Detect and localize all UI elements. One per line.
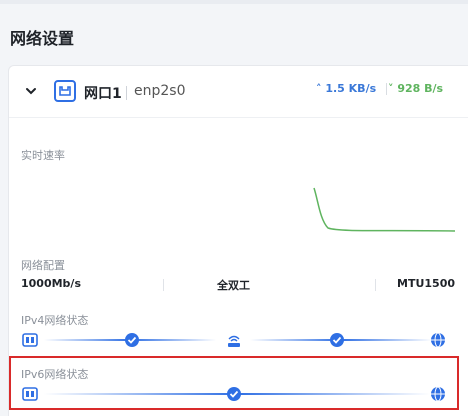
device-icon xyxy=(22,333,38,347)
page-title: 网络设置 xyxy=(10,29,75,48)
ipv6-highlight-box xyxy=(9,356,459,410)
upload-arrow-icon: ˄ xyxy=(316,82,326,95)
config-divider-1 xyxy=(163,279,164,291)
link-speed: 1000Mb/s xyxy=(21,277,82,290)
duplex-mode: 全双工 xyxy=(217,279,250,292)
check-circle-icon xyxy=(125,333,139,347)
traffic-label: 实时速率 xyxy=(21,149,65,162)
mtu-value: MTU1500 xyxy=(397,277,455,290)
speed-divider xyxy=(386,83,387,95)
top-bar xyxy=(0,0,468,4)
download-speed-value: 928 B/s xyxy=(397,82,444,95)
port-name: 网口1 xyxy=(84,86,122,102)
ethernet-port-icon xyxy=(54,80,76,102)
globe-icon xyxy=(431,332,445,348)
port-device: enp2s0 xyxy=(134,83,186,99)
config-divider-2 xyxy=(375,279,376,291)
header-divider xyxy=(126,86,127,100)
check-circle-icon xyxy=(330,333,344,347)
ipv4-status-row xyxy=(12,330,445,350)
router-icon xyxy=(228,335,240,347)
download-speed: ˅ 928 B/s xyxy=(388,82,443,95)
upload-speed: ˄ 1.5 KB/s xyxy=(316,82,376,95)
config-label: 网络配置 xyxy=(21,259,65,272)
download-arrow-icon: ˅ xyxy=(388,82,398,95)
ipv4-status-label: IPv4网络状态 xyxy=(21,314,89,327)
upload-speed-value: 1.5 KB/s xyxy=(325,82,377,95)
chevron-down-icon[interactable] xyxy=(25,85,37,97)
config-values: 1000Mb/s 全双工 MTU1500 xyxy=(12,210,455,292)
